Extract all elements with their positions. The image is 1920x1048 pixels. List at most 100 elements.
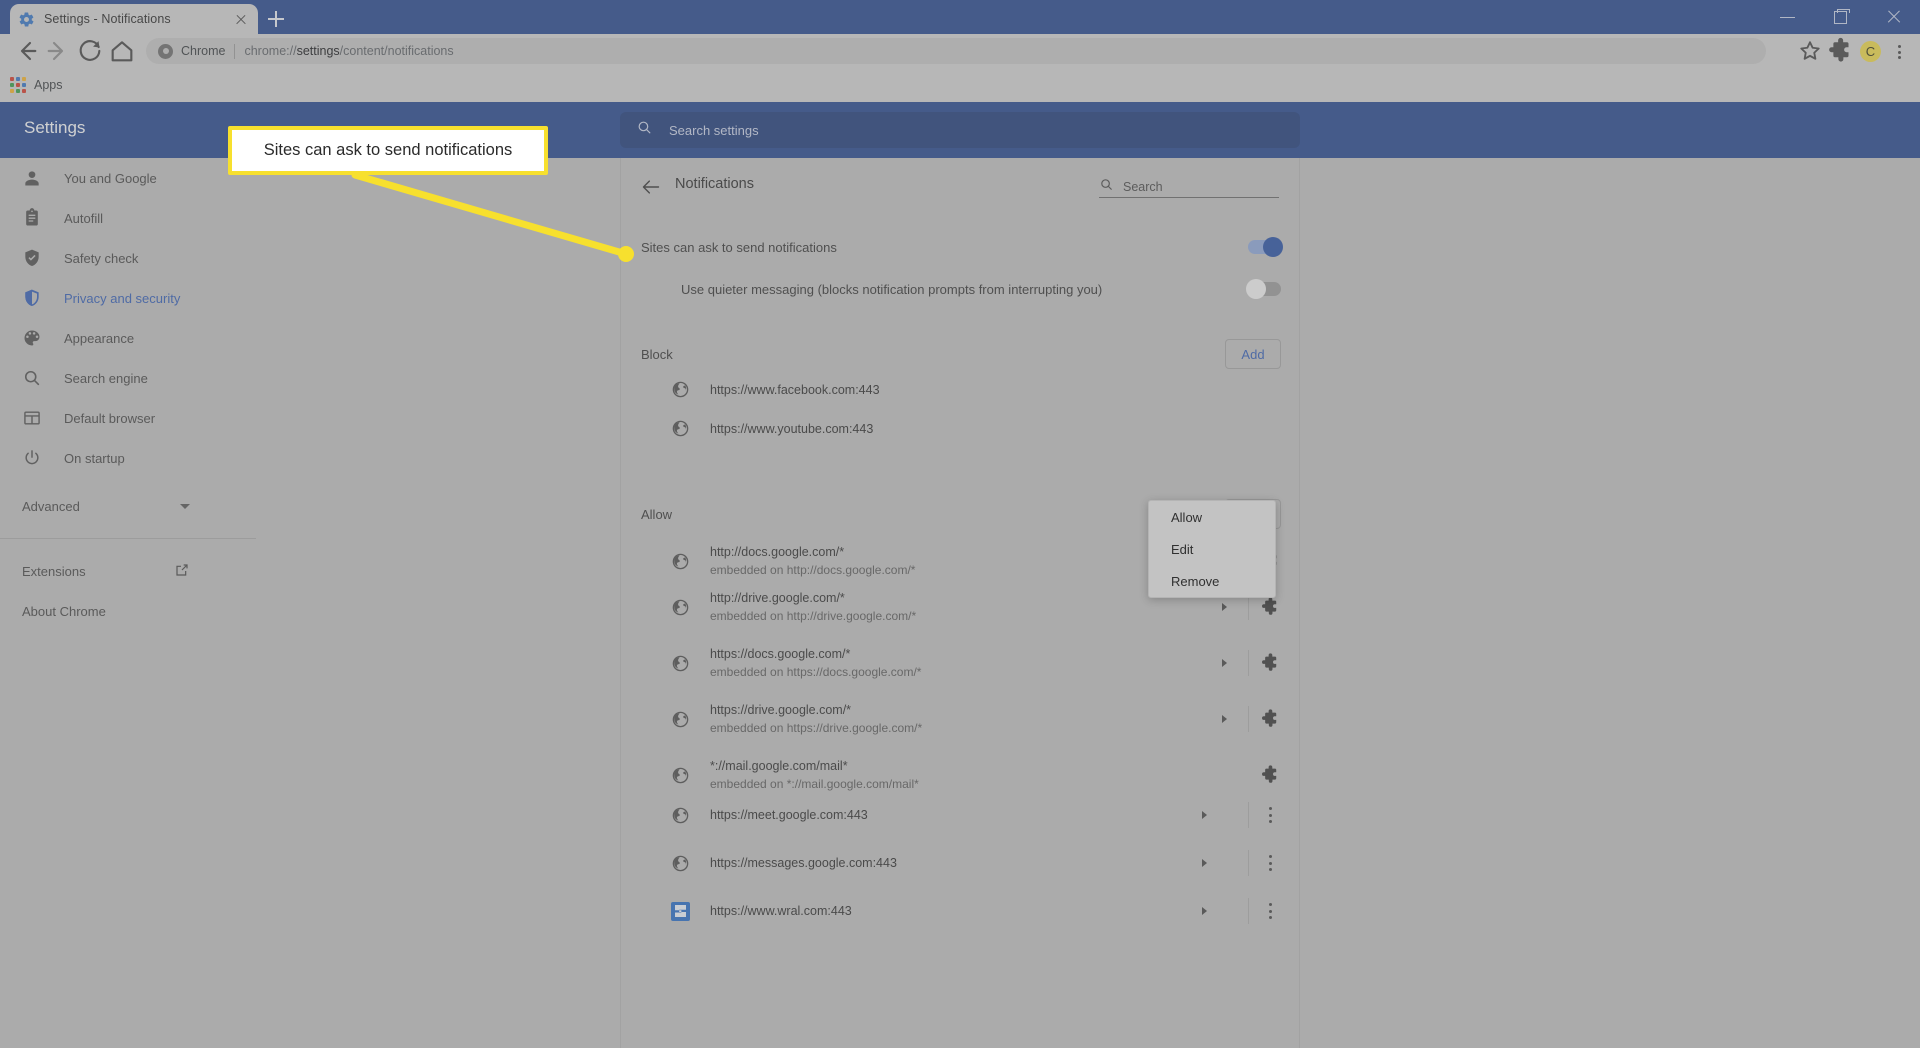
chevron-right-icon[interactable] [1212,709,1238,729]
chevron-right-icon[interactable] [1192,901,1218,921]
card-search-input[interactable]: Search [1099,176,1279,198]
sidebar-item-label: Default browser [64,410,156,426]
kebab-icon[interactable] [1259,804,1281,826]
avatar[interactable]: C [1860,40,1881,62]
site-info: https://docs.google.com/* embedded on ht… [710,645,1212,681]
apps-label[interactable]: Apps [34,78,63,92]
site-info: https://www.wral.com:443 [710,902,1192,920]
chevron-right-icon[interactable] [1212,597,1238,617]
omnibox-url-prefix: chrome:// [244,44,297,58]
palette-icon [22,328,42,348]
quieter-messaging-toggle[interactable] [1246,279,1281,299]
bookmarks-bar: Apps [0,68,1920,102]
callout-text: Sites can ask to send notifications [263,141,513,159]
sidebar-item-about-chrome[interactable]: About Chrome [0,591,256,631]
globe-icon [671,766,690,785]
site-url: https://www.wral.com:443 [710,904,852,918]
close-icon[interactable] [1867,0,1920,34]
sidebar-item-extensions[interactable]: Extensions [0,551,256,591]
extensions-puzzle-icon[interactable] [1825,36,1855,66]
back-icon[interactable] [10,35,42,67]
minimize-icon[interactable] [1761,0,1814,34]
settings-sidebar: You and Google Autofill Safety check Pri… [0,158,256,1048]
sidebar-item-appearance[interactable]: Appearance [0,318,256,358]
address-bar[interactable]: Chrome chrome://settings/content/notific… [146,38,1766,64]
toggle-knob [1263,237,1283,257]
omnibox-url-suffix: /content/notifications [339,44,454,58]
kebab-icon[interactable] [1259,900,1281,922]
table-row[interactable]: https://drive.google.com/* embedded on h… [671,701,1281,737]
site-url: *://mail.google.com/mail* [710,759,848,773]
tab-title: Settings - Notifications [44,12,171,26]
table-row[interactable]: https://www.facebook.com:443 [671,380,1281,399]
close-icon[interactable] [232,10,250,28]
browser-tab[interactable]: Settings - Notifications [10,4,258,34]
globe-icon [671,598,690,617]
section-title: Block [641,346,673,362]
context-menu-item-remove[interactable]: Remove [1149,565,1275,597]
bookmark-star-icon[interactable] [1795,36,1825,66]
globe-icon [671,854,690,873]
puzzle-icon[interactable] [1259,764,1281,786]
browser-toolbar: Chrome chrome://settings/content/notific… [0,34,1920,68]
sidebar-item-privacy-and-security[interactable]: Privacy and security [0,278,256,318]
puzzle-icon[interactable] [1259,652,1281,674]
card-title: Notifications [675,176,754,192]
section-title: Allow [641,506,673,522]
chevron-right-icon[interactable] [1192,853,1218,873]
context-menu-item-allow[interactable]: Allow [1149,501,1275,533]
table-row[interactable]: https://meet.google.com:443 [671,802,1281,828]
table-row[interactable]: https://www.wral.com:443 [671,898,1281,924]
site-url: https://www.facebook.com:443 [710,382,880,397]
site-url: https://messages.google.com:443 [710,856,897,870]
sites-can-ask-toggle[interactable] [1248,237,1283,257]
restore-icon[interactable] [1814,0,1867,34]
setting-row-sites-can-ask[interactable]: Sites can ask to send notifications [641,226,1283,268]
home-icon[interactable] [106,35,138,67]
new-tab-button[interactable] [262,6,290,32]
chevron-down-icon [180,504,190,509]
site-context-menu[interactable]: Allow Edit Remove [1148,500,1276,598]
block-section-header: Block Add [641,334,1281,374]
block-add-button[interactable]: Add [1225,339,1281,369]
sidebar-item-you-and-google[interactable]: You and Google [0,158,256,198]
search-settings-placeholder: Search settings [669,122,759,138]
window-controls [1761,0,1920,34]
chevron-right-icon[interactable] [1192,805,1218,825]
omnibox-divider [234,43,236,59]
search-icon [22,368,42,388]
sidebar-item-search-engine[interactable]: Search engine [0,358,256,398]
browser-window-icon [22,408,42,428]
puzzle-icon[interactable] [1259,596,1281,618]
context-menu-item-edit[interactable]: Edit [1149,533,1275,565]
table-row[interactable]: https://docs.google.com/* embedded on ht… [671,645,1281,681]
table-row[interactable]: https://messages.google.com:443 [671,850,1281,876]
back-arrow-icon[interactable] [641,177,661,197]
row-divider [1248,898,1249,924]
sidebar-item-on-startup[interactable]: On startup [0,438,256,478]
chrome-menu-icon[interactable] [1886,38,1912,64]
chrome-logo-icon [158,43,173,59]
sidebar-item-default-browser[interactable]: Default browser [0,398,256,438]
site-url: http://docs.google.com/* [710,545,845,559]
chevron-right-icon[interactable] [1212,653,1238,673]
sidebar-advanced-label: Advanced [22,498,80,514]
puzzle-icon[interactable] [1259,708,1281,730]
sidebar-advanced-toggle[interactable]: Advanced [0,486,256,526]
table-row[interactable]: https://www.youtube.com:443 [671,419,1281,438]
sidebar-item-label: Appearance [64,330,135,346]
sidebar-item-autofill[interactable]: Autofill [0,198,256,238]
table-row[interactable]: *://mail.google.com/mail* embedded on *:… [671,757,1281,793]
setting-row-quieter-messaging[interactable]: Use quieter messaging (blocks notificati… [681,268,1281,310]
sidebar-item-label: On startup [64,450,125,466]
sidebar-item-safety-check[interactable]: Safety check [0,238,256,278]
site-url: https://docs.google.com/* [710,647,851,661]
reload-icon[interactable] [74,35,106,67]
power-icon [22,448,42,468]
shield-icon [22,288,42,308]
site-info: http://docs.google.com/* embedded on htt… [710,543,1212,579]
kebab-icon[interactable] [1259,852,1281,874]
omnibox-url-bold: settings [296,44,340,58]
search-settings-input[interactable]: Search settings [620,112,1300,148]
row-divider [1248,802,1249,828]
